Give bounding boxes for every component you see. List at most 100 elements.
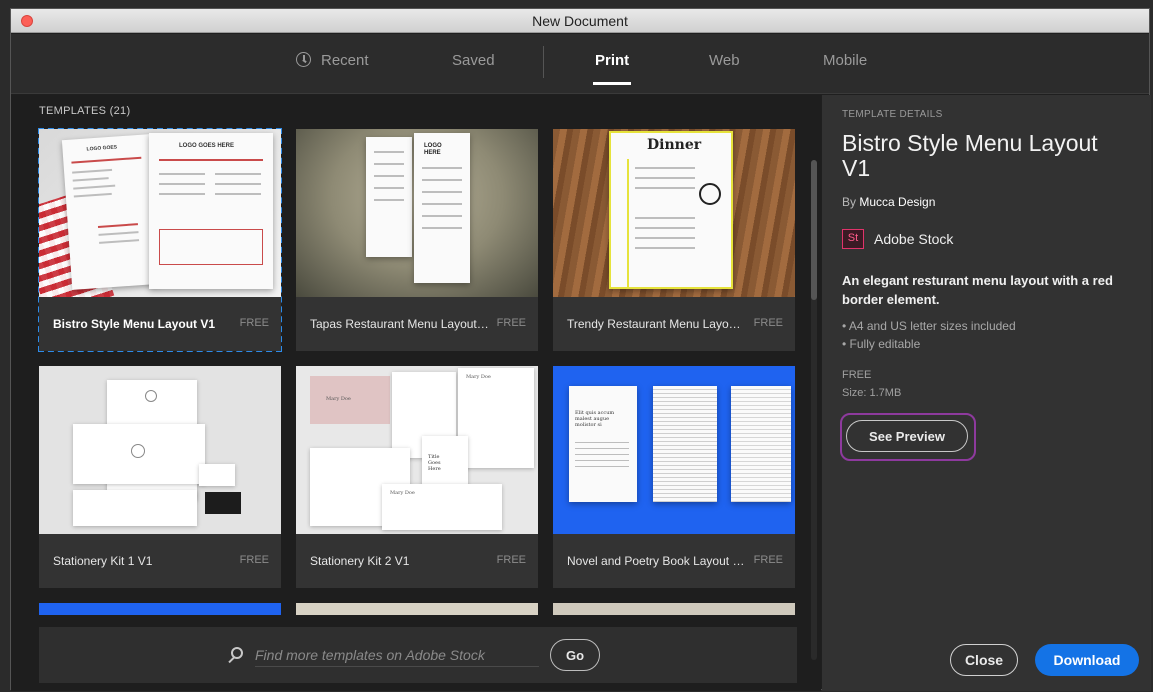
book-line xyxy=(575,454,629,455)
template-thumbnail: LOGO HERE xyxy=(296,129,538,297)
menu-line xyxy=(635,177,695,179)
feature-item: A4 and US letter sizes included xyxy=(842,317,1016,335)
template-price: FREE xyxy=(753,554,783,566)
tab-print[interactable]: Print xyxy=(592,52,632,85)
template-card-bistro[interactable]: LOGO GOES LOGO GOES HERE Bistro Style Me… xyxy=(38,128,282,352)
book-line xyxy=(575,442,629,443)
business-card xyxy=(199,464,235,486)
template-details-pane: TEMPLATE DETAILS Bistro Style Menu Layou… xyxy=(822,95,1151,691)
menu-side-band xyxy=(611,159,629,287)
template-card-trendy[interactable]: Dinner Trendy Restaurant Menu Layout... … xyxy=(553,129,795,351)
template-card-footer: Novel and Poetry Book Layout V1 FREE xyxy=(553,534,795,588)
menu-line xyxy=(422,167,462,169)
template-name: Stationery Kit 1 V1 xyxy=(53,554,153,568)
menu-logo-text: LOGO GOES xyxy=(86,144,118,153)
stationery-title-text: Title Goes Here xyxy=(428,454,441,472)
template-price: FREE xyxy=(239,317,269,329)
template-price: FREE xyxy=(239,554,269,566)
menu-line xyxy=(374,163,404,165)
clock-icon xyxy=(296,52,311,67)
template-price: FREE xyxy=(496,317,526,329)
template-card-novel[interactable]: Elit quis accum malest augue molistor si… xyxy=(553,366,795,588)
templates-header: TEMPLATES (21) xyxy=(39,105,131,117)
menu-line xyxy=(374,199,404,201)
tab-recent[interactable]: Recent xyxy=(296,52,369,69)
menu-rule xyxy=(71,156,142,164)
category-tabs: Recent Saved Print Web Mobile xyxy=(11,34,1149,94)
menu-dinner-heading: Dinner xyxy=(647,137,702,153)
template-card-footer: Stationery Kit 1 V1 FREE xyxy=(39,534,281,588)
template-card-partial[interactable] xyxy=(296,603,538,615)
download-button[interactable]: Download xyxy=(1035,644,1139,676)
menu-line xyxy=(72,177,109,182)
logo-circle xyxy=(145,390,157,402)
details-label: TEMPLATE DETAILS xyxy=(842,109,943,120)
menu-page-left: LOGO GOES xyxy=(61,134,161,290)
template-card-stationery-1[interactable]: Stationery Kit 1 V1 FREE xyxy=(39,366,281,588)
template-name: Novel and Poetry Book Layout V1 xyxy=(567,554,747,568)
templates-scrollbar[interactable] xyxy=(811,160,817,660)
template-description: An elegant resturant menu layout with a … xyxy=(842,273,1113,307)
book-page xyxy=(731,386,791,502)
menu-line xyxy=(98,231,139,236)
book-page-heading: Elit quis accum malest augue molistor si xyxy=(575,410,615,428)
logo-circle xyxy=(131,444,145,458)
template-card-tapas[interactable]: LOGO HERE Tapas Restaurant Menu Layout V… xyxy=(296,129,538,351)
menu-page-right: LOGO GOES HERE xyxy=(149,133,273,289)
menu-line xyxy=(374,151,404,153)
templates-pane: TEMPLATES (21) LOGO GOES LOGO GOES HERE … xyxy=(11,95,821,691)
window-title: New Document xyxy=(532,13,628,29)
template-size: Size: 1.7MB xyxy=(842,387,902,399)
book-page: Elit quis accum malest augue molistor si xyxy=(569,386,637,502)
business-card-dark xyxy=(205,492,241,514)
new-document-window: New Document Recent Saved Print Web Mobi… xyxy=(10,8,1151,691)
scrollbar-thumb[interactable] xyxy=(811,160,817,300)
menu-line xyxy=(635,247,695,249)
menu-line xyxy=(215,193,261,195)
menu-line xyxy=(635,217,695,219)
template-card-footer: Tapas Restaurant Menu Layout V1 FREE xyxy=(296,297,538,351)
stationery-envelope xyxy=(73,424,205,484)
menu-line xyxy=(215,173,261,175)
see-preview-button[interactable]: See Preview xyxy=(846,420,968,452)
menu-red-border xyxy=(159,229,263,265)
feature-item: Fully editable xyxy=(842,335,1016,353)
template-title: Bistro Style Menu Layout V1 xyxy=(842,130,1098,181)
menu-line xyxy=(73,184,116,190)
menu-line xyxy=(99,239,140,244)
template-price-detail: FREE xyxy=(842,369,872,381)
stock-search-bar: Go xyxy=(39,627,797,683)
template-card-partial[interactable] xyxy=(553,603,795,615)
menu-logo-text: LOGO HERE xyxy=(424,143,442,156)
menu-line xyxy=(159,173,205,175)
template-name: Stationery Kit 2 V1 xyxy=(310,554,410,568)
template-name: Bistro Style Menu Layout V1 xyxy=(53,317,216,331)
menu-line xyxy=(374,187,404,189)
template-card-partial[interactable] xyxy=(39,603,281,615)
tab-mobile[interactable]: Mobile xyxy=(823,52,867,69)
tab-saved[interactable]: Saved xyxy=(452,52,495,69)
menu-line xyxy=(374,175,404,177)
close-button[interactable]: Close xyxy=(950,644,1018,676)
menu-page-left xyxy=(366,137,412,257)
template-author: By Mucca Design xyxy=(842,195,935,209)
template-price: FREE xyxy=(753,317,783,329)
menu-line xyxy=(159,183,205,185)
adobe-stock-icon: St xyxy=(842,229,864,249)
book-line xyxy=(575,466,629,467)
stationery-name-text: Mary Doe xyxy=(466,374,491,380)
menu-line xyxy=(422,203,462,205)
template-card-stationery-2[interactable]: Mary Doe Mary Doe Title Goes Here Mary D… xyxy=(296,366,538,588)
template-price: FREE xyxy=(496,554,526,566)
template-features: A4 and US letter sizes included Fully ed… xyxy=(842,317,1016,353)
menu-line xyxy=(422,215,462,217)
template-name: Tapas Restaurant Menu Layout V1 xyxy=(310,317,490,331)
stock-search-input[interactable] xyxy=(255,643,539,667)
stationery-name-text: Mary Doe xyxy=(326,396,351,402)
book-line xyxy=(575,448,629,449)
tab-recent-label: Recent xyxy=(321,52,369,69)
menu-line xyxy=(72,168,113,174)
tab-web[interactable]: Web xyxy=(709,52,740,69)
go-button[interactable]: Go xyxy=(550,639,600,671)
stationery-envelope xyxy=(73,490,197,526)
